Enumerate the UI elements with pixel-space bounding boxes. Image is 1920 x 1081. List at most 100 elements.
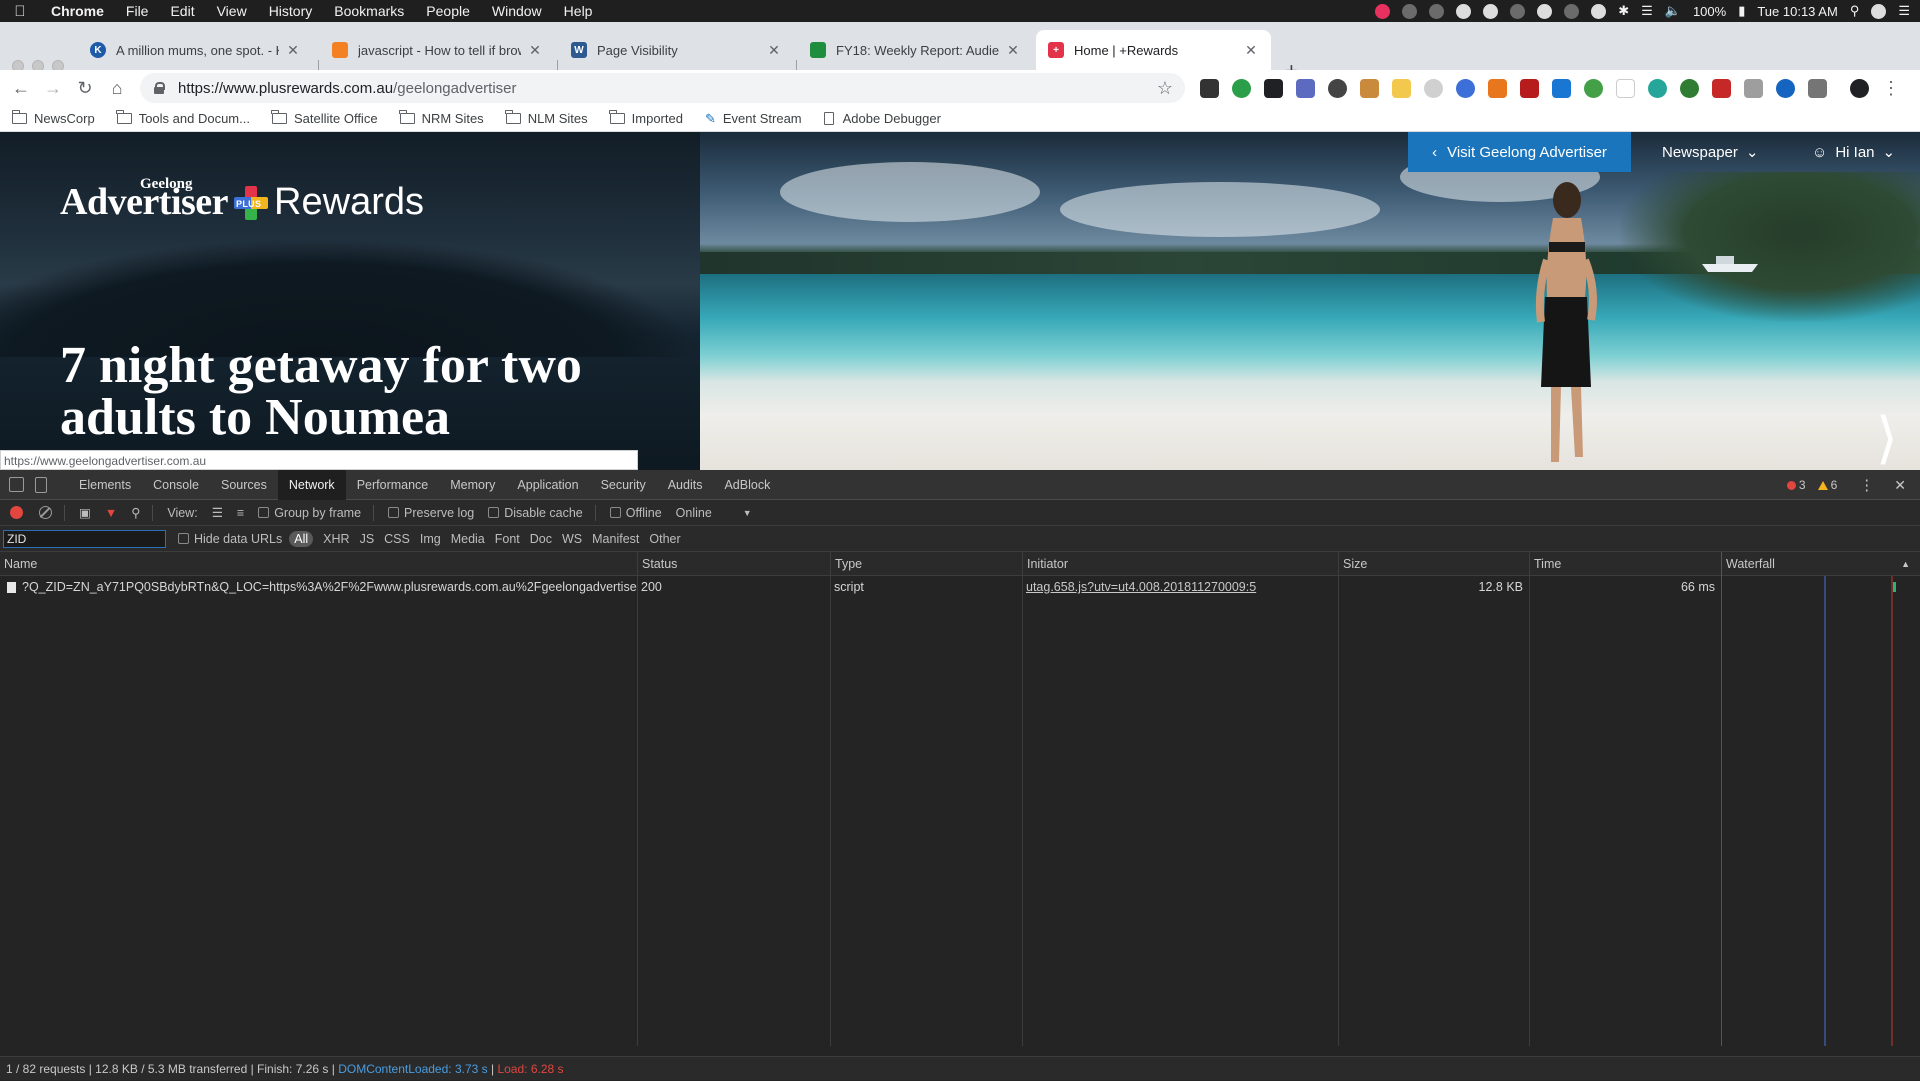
circle-extension-icon[interactable]	[1776, 79, 1795, 98]
filter-type-media[interactable]: Media	[451, 532, 485, 546]
devtools-tab-performance[interactable]: Performance	[346, 470, 440, 500]
menu-people[interactable]: People	[415, 0, 481, 22]
forward-arrow-icon[interactable]: →	[41, 76, 65, 100]
filter-type-ws[interactable]: WS	[562, 532, 582, 546]
hide-data-urls-checkbox[interactable]: Hide data URLs	[178, 532, 282, 546]
column-header-waterfall[interactable]: Waterfall	[1721, 552, 1920, 576]
bookmark-imported[interactable]: Imported	[609, 110, 683, 126]
devtools-menu-icon[interactable]: ⋮	[1859, 476, 1874, 494]
menu-window[interactable]: Window	[481, 0, 553, 22]
menu-bookmarks[interactable]: Bookmarks	[323, 0, 415, 22]
clear-icon[interactable]	[39, 506, 52, 519]
play-extension-icon[interactable]	[1296, 79, 1315, 98]
geelong-advertiser-plus-rewards-logo[interactable]: Geelong Advertiser PLUS Rewards	[60, 176, 424, 224]
filter-type-font[interactable]: Font	[495, 532, 520, 546]
column-header-size[interactable]: Size	[1338, 552, 1529, 576]
filter-funnel-icon[interactable]: ▼	[105, 506, 117, 520]
tray-info-icon[interactable]	[1537, 3, 1553, 19]
column-header-name[interactable]: Name	[0, 552, 637, 576]
profile-avatar[interactable]	[1850, 79, 1869, 98]
tab-plusrewards-active[interactable]: + Home | +Rewards ✕	[1036, 30, 1271, 70]
column-header-time[interactable]: Time	[1529, 552, 1721, 576]
menu-file[interactable]: File	[115, 0, 160, 22]
group-by-frame-checkbox[interactable]: Group by frame	[258, 506, 361, 520]
large-rows-icon[interactable]: ☰	[212, 505, 223, 520]
lock-icon[interactable]	[154, 82, 165, 94]
battery-percent[interactable]: 100%	[1693, 4, 1726, 19]
bookmark-nlm-sites[interactable]: NLM Sites	[505, 110, 588, 126]
chart-extension-icon[interactable]	[1808, 79, 1827, 98]
grey-extension-icon[interactable]	[1424, 79, 1443, 98]
pencil-extension-icon[interactable]	[1392, 79, 1411, 98]
notion-extension-icon[interactable]	[1200, 79, 1219, 98]
devtools-tab-adblock[interactable]: AdBlock	[713, 470, 781, 500]
menu-history[interactable]: History	[258, 0, 324, 22]
tab-weekly-report[interactable]: FY18: Weekly Report: Audience ✕	[798, 30, 1033, 70]
devtools-tab-network[interactable]: Network	[277, 469, 346, 500]
devtools-tab-console[interactable]: Console	[142, 470, 210, 500]
ghostery-extension-icon[interactable]	[1264, 79, 1283, 98]
chrome-menu-icon[interactable]: ⋮	[1882, 78, 1900, 99]
throttling-select[interactable]: Online ▼	[676, 506, 752, 520]
devtools-tab-sources[interactable]: Sources	[210, 470, 278, 500]
inspect-element-icon[interactable]	[9, 477, 24, 492]
tray-wordpress-icon[interactable]	[1591, 3, 1607, 19]
tray-app-icon[interactable]	[1375, 3, 1391, 19]
tray-1password-icon[interactable]	[1429, 3, 1445, 19]
grammarly-extension-icon[interactable]	[1680, 79, 1699, 98]
lightning-extension-icon[interactable]	[1616, 79, 1635, 98]
wappalyzer-extension-icon[interactable]	[1456, 79, 1475, 98]
bookmark-newscorp[interactable]: NewsCorp	[11, 110, 95, 126]
close-icon[interactable]: ✕	[1005, 42, 1021, 59]
filter-type-all[interactable]: All	[289, 530, 314, 547]
devtools-tab-security[interactable]: Security	[590, 470, 657, 500]
siri-icon[interactable]	[1871, 3, 1887, 19]
tray-search-helper-icon[interactable]	[1483, 3, 1499, 19]
devtools-tab-audits[interactable]: Audits	[657, 470, 714, 500]
close-icon[interactable]: ✕	[766, 42, 782, 59]
volume-icon[interactable]: 🔈	[1665, 3, 1681, 19]
tab-page-visibility[interactable]: W Page Visibility ✕	[559, 30, 794, 70]
home-icon[interactable]: ⌂	[105, 76, 129, 100]
tab-stackoverflow[interactable]: javascript - How to tell if brow ✕	[320, 30, 555, 70]
filter-type-js[interactable]: JS	[360, 532, 375, 546]
red-extension-icon[interactable]	[1520, 79, 1539, 98]
tray-tool-icon[interactable]	[1456, 3, 1472, 19]
close-icon[interactable]: ✕	[527, 42, 543, 59]
bluetooth-icon[interactable]: ✱	[1618, 3, 1629, 19]
reload-icon[interactable]: ↻	[73, 76, 97, 100]
battery-icon[interactable]: ▮	[1738, 3, 1745, 19]
filter-type-css[interactable]: CSS	[384, 532, 410, 546]
preserve-log-checkbox[interactable]: Preserve log	[388, 506, 474, 520]
filter-type-doc[interactable]: Doc	[530, 532, 552, 546]
devtools-tab-elements[interactable]: Elements	[68, 470, 142, 500]
notification-center-icon[interactable]: ☰	[1898, 3, 1910, 19]
bookmark-satellite-office[interactable]: Satellite Office	[271, 110, 378, 126]
menu-view[interactable]: View	[206, 0, 258, 22]
close-icon[interactable]: ✕	[285, 42, 301, 59]
adobe-extension-icon[interactable]	[1712, 79, 1731, 98]
metamask-extension-icon[interactable]	[1488, 79, 1507, 98]
carousel-next-arrow-icon[interactable]: ⟩	[1876, 410, 1898, 466]
user-menu-dropdown[interactable]: ☺ Hi Ian ⌄	[1812, 132, 1895, 172]
screenshot-camera-icon[interactable]: ▣	[79, 505, 91, 520]
spotlight-search-icon[interactable]: ⚲	[1850, 3, 1860, 19]
devtools-tab-application[interactable]: Application	[506, 470, 589, 500]
overview-icon[interactable]: ≡	[237, 506, 244, 520]
visit-geelong-advertiser-button[interactable]: ‹ Visit Geelong Advertiser	[1408, 132, 1631, 172]
clock[interactable]: Tue 10:13 AM	[1757, 4, 1837, 19]
error-count-badge[interactable]: 3	[1786, 478, 1806, 492]
blue-extension-icon[interactable]	[1552, 79, 1571, 98]
filter-type-other[interactable]: Other	[649, 532, 680, 546]
column-header-type[interactable]: Type	[830, 552, 1022, 576]
disable-cache-checkbox[interactable]: Disable cache	[488, 506, 583, 520]
filter-type-manifest[interactable]: Manifest	[592, 532, 639, 546]
request-initiator-link[interactable]: utag.658.js?utv=ut4.008.201811270009:5	[1022, 576, 1338, 598]
apple-menu-icon[interactable]: 	[0, 3, 40, 20]
filter-type-img[interactable]: Img	[420, 532, 441, 546]
filter-type-xhr[interactable]: XHR	[323, 532, 349, 546]
record-button[interactable]	[10, 506, 23, 519]
request-name-cell[interactable]: ?Q_ZID=ZN_aY71PQ0SBdybRTn&Q_LOC=https%3A…	[0, 576, 637, 598]
tray-notion-icon[interactable]	[1510, 3, 1526, 19]
search-icon[interactable]: ⚲	[131, 505, 140, 520]
